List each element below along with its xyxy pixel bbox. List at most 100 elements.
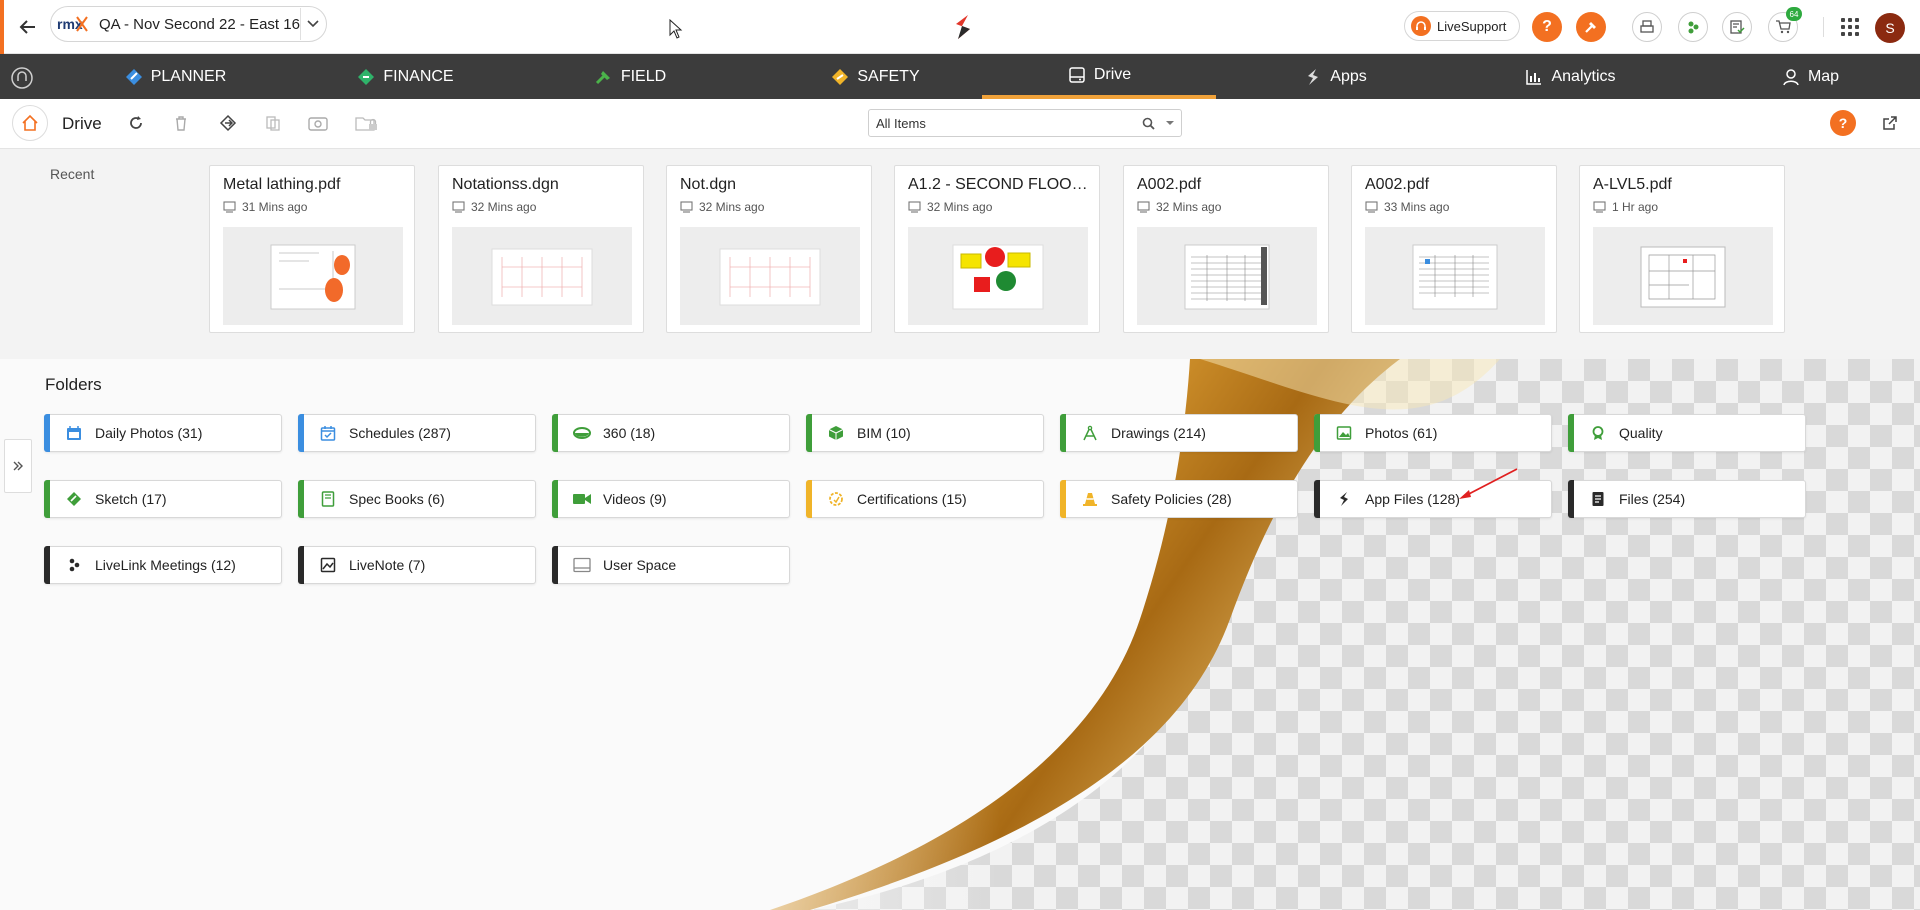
hammer-icon	[1585, 22, 1596, 33]
user-avatar[interactable]: S	[1875, 13, 1905, 43]
lock-folder-icon[interactable]	[354, 112, 380, 134]
live-support-label: LiveSupport	[1437, 18, 1507, 34]
folder-stripe	[1568, 480, 1574, 518]
file-time: 32 Mins ago	[1156, 200, 1222, 214]
refresh-icon[interactable]	[125, 112, 147, 134]
app-launcher-grid-icon[interactable]	[1839, 16, 1861, 38]
folder-daily-photos[interactable]: Daily Photos (31)	[44, 414, 282, 452]
caret-down-icon[interactable]	[1159, 120, 1181, 126]
map-icon	[1781, 67, 1801, 87]
module-label: FIELD	[620, 67, 667, 85]
folder-bim[interactable]: BIM (10)	[806, 414, 1044, 452]
annotation-arrow	[1459, 468, 1518, 499]
search-filter[interactable]	[868, 109, 1182, 137]
file-thumbnail	[223, 227, 403, 325]
cart-button[interactable]: 64	[1768, 7, 1802, 42]
image-icon	[1333, 422, 1355, 444]
search-icon[interactable]	[1137, 117, 1159, 130]
module-tab-finance[interactable]: FINANCE	[330, 54, 480, 99]
share-icon[interactable]	[217, 112, 239, 134]
folder-label: Safety Policies (28)	[1111, 491, 1232, 507]
file-type-icon	[1365, 201, 1378, 213]
module-tab-analytics[interactable]: Analytics	[1510, 54, 1630, 99]
note-image-icon	[317, 554, 339, 576]
file-type-icon	[908, 201, 921, 213]
user-space-icon	[571, 554, 593, 576]
folder-stripe	[1314, 480, 1320, 518]
folder-spec-books[interactable]: Spec Books (6)	[298, 480, 536, 518]
back-button[interactable]	[14, 13, 42, 41]
brand-logo	[956, 15, 970, 39]
file-thumbnail	[1137, 227, 1317, 325]
folder-safety-policies[interactable]: Safety Policies (28)	[1060, 480, 1298, 518]
recent-file-card[interactable]: A-LVL5.pdf 1 Hr ago	[1579, 165, 1785, 333]
help-button[interactable]: ?	[1532, 12, 1562, 42]
folder-photos[interactable]: Photos (61)	[1314, 414, 1552, 452]
drive-help-button[interactable]: ?	[1830, 110, 1856, 136]
recent-file-card[interactable]: A002.pdf 33 Mins ago	[1351, 165, 1557, 333]
folder-files[interactable]: Files (254)	[1568, 480, 1806, 518]
headset-icon	[1411, 16, 1431, 36]
checklist-icon	[1730, 20, 1745, 34]
folder-quality[interactable]: Quality	[1568, 414, 1806, 452]
open-external-icon[interactable]	[1879, 112, 1901, 134]
folder-videos[interactable]: Videos (9)	[552, 480, 790, 518]
file-thumbnail	[1365, 227, 1545, 325]
camera-icon[interactable]	[307, 112, 329, 134]
approvals-button[interactable]	[1722, 12, 1752, 42]
rmx-logo: rmx	[55, 10, 91, 38]
file-time: 32 Mins ago	[927, 200, 993, 214]
live-support-button[interactable]: LiveSupport	[1404, 11, 1520, 41]
module-label: SAFETY	[857, 67, 920, 85]
daily-photos-icon	[63, 422, 85, 444]
field-icon	[594, 67, 614, 87]
divider	[1823, 17, 1824, 37]
folder-drawings[interactable]: Drawings (214)	[1060, 414, 1298, 452]
home-button[interactable]	[12, 105, 48, 141]
folder-stripe	[1314, 414, 1320, 452]
module-tab-map[interactable]: Map	[1760, 54, 1860, 99]
home-circle-icon[interactable]	[10, 66, 34, 90]
folder-schedules[interactable]: Schedules (287)	[298, 414, 536, 452]
folder-certifications[interactable]: Certifications (15)	[806, 480, 1044, 518]
folder-stripe	[298, 546, 304, 584]
folder-360[interactable]: 360 (18)	[552, 414, 790, 452]
mouse-cursor-icon	[669, 19, 683, 39]
file-meta: 32 Mins ago	[908, 200, 992, 214]
module-tab-drive[interactable]: Drive	[982, 54, 1216, 99]
file-meta: 32 Mins ago	[680, 200, 764, 214]
file-meta: 1 Hr ago	[1593, 200, 1658, 214]
team-button[interactable]	[1678, 12, 1708, 42]
folder-livelink-meetings[interactable]: LiveLink Meetings (12)	[44, 546, 282, 584]
help-label: ?	[1838, 115, 1848, 131]
recent-file-card[interactable]: A1.2 - SECOND FLOOR ... 32 Mins ago	[894, 165, 1100, 333]
module-tab-planner[interactable]: PLANNER	[100, 54, 250, 99]
module-tab-apps[interactable]: Apps	[1270, 54, 1400, 99]
project-selector[interactable]: rmx QA - Nov Second 22 - East 16	[50, 6, 327, 42]
module-nav: PLANNER FINANCE FIELD SAFETY Drive Apps …	[0, 54, 1920, 99]
apps-icon	[1303, 67, 1323, 87]
badge-icon	[1587, 422, 1609, 444]
module-tab-field[interactable]: FIELD	[560, 54, 700, 99]
search-input[interactable]	[869, 111, 1137, 135]
folder-sketch[interactable]: Sketch (17)	[44, 480, 282, 518]
recent-file-card[interactable]: A002.pdf 32 Mins ago	[1123, 165, 1329, 333]
app-files-icon	[1333, 488, 1355, 510]
expand-sidebar-button[interactable]	[4, 439, 32, 493]
folder-user-space[interactable]: User Space	[552, 546, 790, 584]
recent-file-card[interactable]: Notationss.dgn 32 Mins ago	[438, 165, 644, 333]
folder-label: Drawings (214)	[1111, 425, 1206, 441]
chevron-down-icon[interactable]	[299, 8, 326, 40]
folder-stripe	[298, 414, 304, 452]
recent-file-card[interactable]: Metal lathing.pdf 31 Mins ago	[209, 165, 415, 333]
home-icon	[22, 114, 38, 131]
copy-icon[interactable]	[262, 112, 284, 134]
folder-livenote[interactable]: LiveNote (7)	[298, 546, 536, 584]
delete-icon[interactable]	[170, 112, 192, 134]
folder-label: Certifications (15)	[857, 491, 967, 507]
tools-button[interactable]	[1576, 12, 1606, 42]
printer-button[interactable]	[1632, 12, 1662, 42]
recent-file-card[interactable]: Not.dgn 32 Mins ago	[666, 165, 872, 333]
module-tab-safety[interactable]: SAFETY	[800, 54, 950, 99]
file-thumbnail	[1593, 227, 1773, 325]
